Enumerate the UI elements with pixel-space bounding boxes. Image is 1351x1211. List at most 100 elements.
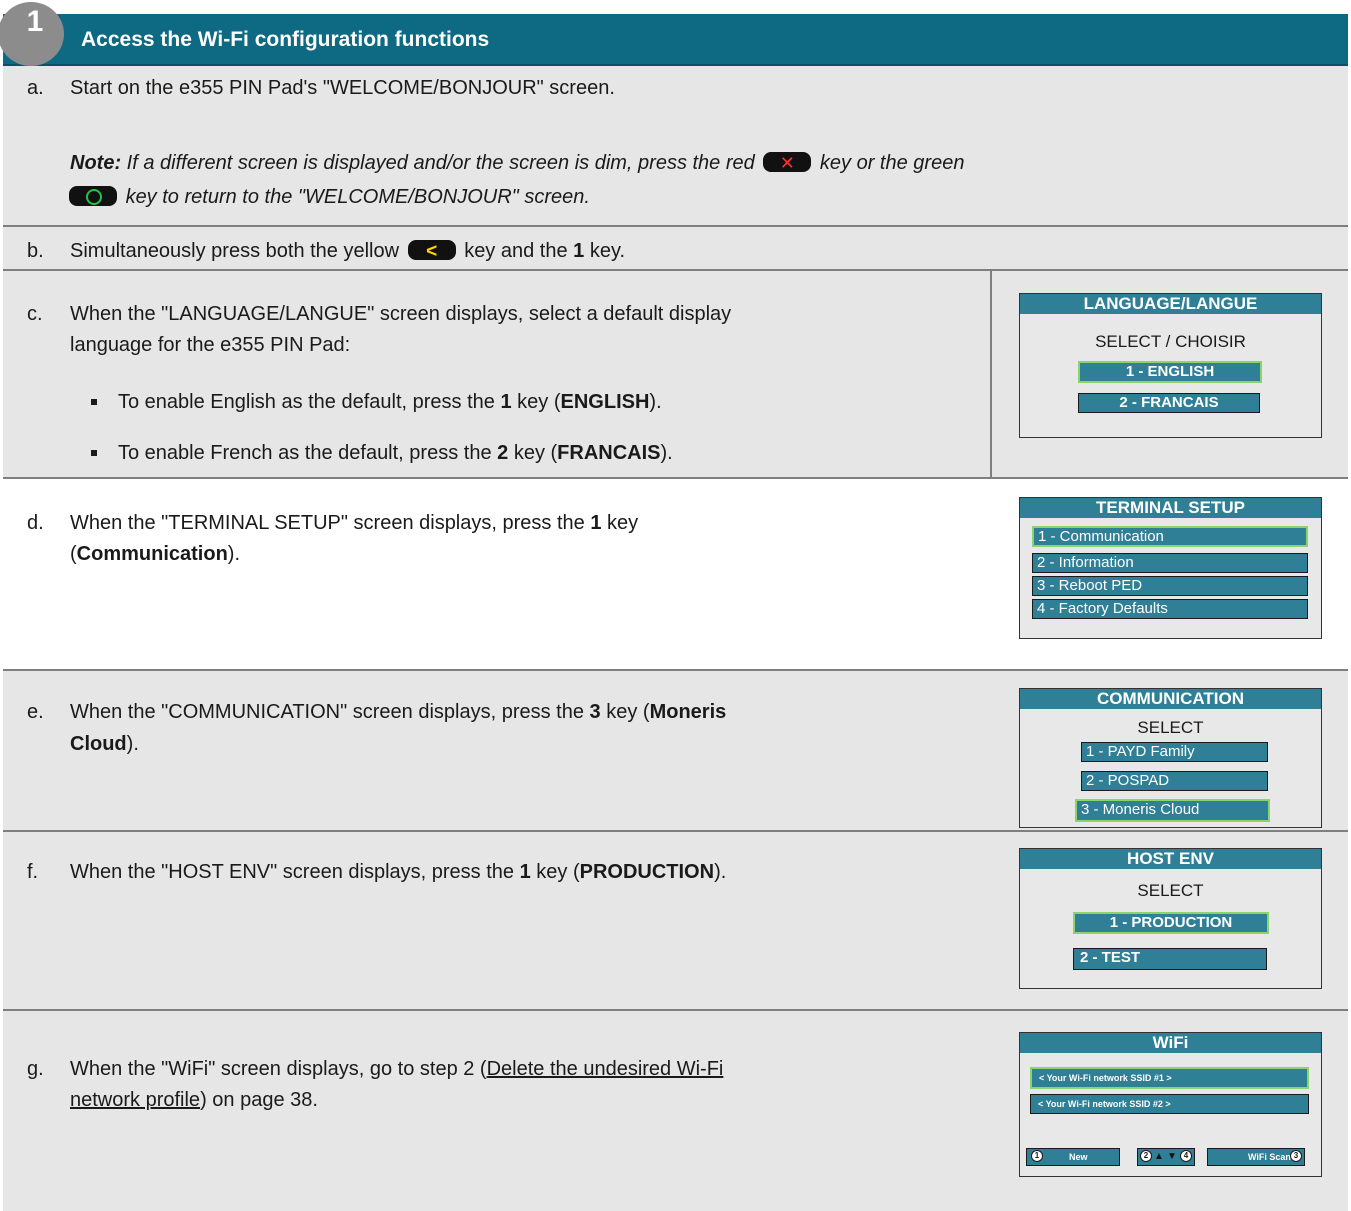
step-letter-f: f.: [27, 861, 39, 883]
step-e-bold-1: Moneris: [649, 701, 727, 723]
step-letter-a: a.: [27, 77, 44, 99]
step-badge: 1: [0, 0, 68, 70]
terminal-option-factory: 4 - Factory Defaults: [1032, 599, 1308, 619]
step-b-text: Simultaneously press both the yellow key…: [70, 236, 626, 267]
step-c-line-1: When the "LANGUAGE/LANGUE" screen displa…: [70, 303, 732, 325]
step-e-text-b: key (: [606, 701, 650, 723]
wifi-screen: WiFi < Your Wi-Fi network SSID #1 > < Yo…: [1019, 1032, 1322, 1177]
step-d-line-1: When the "TERMINAL SETUP" screen display…: [70, 508, 638, 538]
bullet-1-text-b: key (: [517, 391, 561, 413]
step-b-text-3: key.: [589, 240, 626, 262]
circle-2-icon: 2: [1140, 1150, 1152, 1162]
circle-4-icon: 4: [1180, 1150, 1192, 1162]
step-2-link-part-2[interactable]: network profile: [70, 1089, 200, 1111]
note-text-2: key or the green: [819, 152, 965, 174]
step-d-line-2: (Communication).: [70, 539, 240, 569]
step-d-text-b: key: [607, 512, 639, 534]
step-e-key: 3: [589, 701, 601, 723]
step-c-bullet-1: To enable English as the default, press …: [118, 387, 662, 417]
wifi-network-2: < Your Wi-Fi network SSID #2 >: [1030, 1094, 1309, 1114]
note-text-1: If a different screen is displayed and/o…: [126, 152, 755, 174]
step-g-text-a: When the "WiFi" screen displays, go to s…: [70, 1058, 487, 1080]
communication-screen: COMMUNICATION SELECT 1 - PAYD Family 2 -…: [1019, 688, 1322, 828]
step-e-bold-2: Cloud: [70, 733, 127, 755]
wifi-scan-softkey: WiFi Scan 3: [1207, 1148, 1305, 1166]
step-b-text-2: key and the: [464, 240, 568, 262]
step-b-key: 1: [573, 240, 585, 262]
step-e-text-c: ).: [126, 733, 139, 755]
note-label: Note:: [70, 152, 122, 174]
step-g-line-2: network profile) on page 38.: [70, 1085, 318, 1115]
bullet-1: [91, 399, 97, 405]
step-2-link-part-1[interactable]: Delete the undesired Wi-Fi: [487, 1058, 724, 1080]
terminal-option-information: 2 - Information: [1032, 553, 1308, 573]
host-env-screen: HOST ENV SELECT 1 - PRODUCTION 2 - TEST: [1019, 848, 1322, 989]
terminal-option-communication: 1 - Communication: [1032, 526, 1308, 547]
step-a-text: Start on the e355 PIN Pad's "WELCOME/BON…: [70, 77, 615, 99]
red-cancel-key-icon: [763, 148, 812, 178]
communication-option-moneris-cloud: 3 - Moneris Cloud: [1075, 799, 1270, 822]
language-option-francais: 2 - FRANCAIS: [1078, 393, 1260, 413]
step-f-text-b: key (: [536, 861, 580, 883]
step-f-text-c: ).: [714, 861, 727, 883]
step-a-note-line2: key to return to the "WELCOME/BONJOUR" s…: [66, 182, 1326, 212]
host-env-option-test: 2 - TEST: [1073, 948, 1267, 970]
step-letter-b: b.: [27, 240, 44, 262]
step-c-line-2: language for the e355 PIN Pad:: [70, 334, 351, 356]
language-screen-title: LANGUAGE/LANGUE: [1020, 294, 1321, 314]
communication-screen-subtitle: SELECT: [1137, 718, 1204, 737]
step-letter-d: d.: [27, 512, 44, 534]
circle-3-icon: 3: [1290, 1150, 1302, 1162]
step-e-text-a: When the "COMMUNICATION" screen displays…: [70, 701, 584, 723]
wifi-network-1: < Your Wi-Fi network SSID #1 >: [1030, 1067, 1309, 1089]
communication-option-pospad: 2 - POSPAD: [1081, 771, 1268, 791]
bullet-2-key: 2: [497, 442, 509, 464]
note-text-3: key to return to the "WELCOME/BONJOUR" s…: [125, 186, 590, 208]
bullet-1-key: 1: [500, 391, 512, 413]
bullet-2-text-a: To enable French as the default, press t…: [118, 442, 492, 464]
step-g-text-b: ) on page 38.: [200, 1089, 318, 1111]
new-softkey: 1 New: [1026, 1148, 1120, 1166]
bullet-1-bold: ENGLISH: [560, 391, 650, 413]
nav-softkey: 2 ▲ ▼ 4: [1137, 1148, 1195, 1166]
step-letter-c: c.: [27, 303, 43, 325]
language-screen: LANGUAGE/LANGUE SELECT / CHOISIR 1 - ENG…: [1019, 293, 1322, 438]
step-g-line-1: When the "WiFi" screen displays, go to s…: [70, 1054, 723, 1084]
yellow-clear-key-icon: [407, 237, 456, 267]
down-arrow-icon: ▼: [1167, 1151, 1177, 1162]
step-a-note: Note: If a different screen is displayed…: [70, 148, 1330, 178]
bullet-1-text-a: To enable English as the default, press …: [118, 391, 495, 413]
bullet-1-text-c: ).: [649, 391, 662, 413]
wifi-scan-softkey-label: WiFi Scan: [1248, 1152, 1291, 1162]
step-d-paren-open: (: [70, 543, 77, 565]
step-e-line-1: When the "COMMUNICATION" screen displays…: [70, 697, 726, 727]
language-option-english: 1 - ENGLISH: [1078, 361, 1262, 383]
step-f-text-a: When the "HOST ENV" screen displays, pre…: [70, 861, 515, 883]
step-d-text-a: When the "TERMINAL SETUP" screen display…: [70, 512, 585, 534]
bullet-2-bold: FRANCAIS: [557, 442, 661, 464]
step-f-bold: PRODUCTION: [579, 861, 715, 883]
step-d-key: 1: [590, 512, 602, 534]
step-d-paren-close: ).: [227, 543, 241, 565]
terminal-screen-title: TERMINAL SETUP: [1020, 498, 1321, 518]
step-f-line-1: When the "HOST ENV" screen displays, pre…: [70, 857, 726, 887]
green-enter-key-icon: [69, 186, 117, 206]
bullet-2: [91, 450, 97, 456]
step-f-key: 1: [519, 861, 531, 883]
host-env-screen-title: HOST ENV: [1020, 849, 1321, 869]
communication-screen-title: COMMUNICATION: [1020, 689, 1321, 709]
step-c-bullet-2: To enable French as the default, press t…: [118, 438, 673, 468]
section-header: Access the Wi-Fi configuration functions: [3, 14, 1348, 66]
step-e-line-2: Cloud).: [70, 729, 139, 759]
step-b-text-1: Simultaneously press both the yellow: [70, 240, 400, 262]
host-env-option-production: 1 - PRODUCTION: [1073, 912, 1269, 934]
terminal-setup-screen: TERMINAL SETUP 1 - Communication 2 - Inf…: [1019, 497, 1322, 639]
wifi-screen-title: WiFi: [1020, 1033, 1321, 1053]
host-env-screen-subtitle: SELECT: [1137, 881, 1204, 900]
up-arrow-icon: ▲: [1154, 1151, 1164, 1162]
communication-option-payd: 1 - PAYD Family: [1081, 742, 1268, 762]
step-d-bold: Communication: [76, 543, 228, 565]
bullet-2-text-c: ).: [660, 442, 673, 464]
bullet-2-text-b: key (: [513, 442, 558, 464]
circle-1-icon: 1: [1031, 1150, 1043, 1162]
